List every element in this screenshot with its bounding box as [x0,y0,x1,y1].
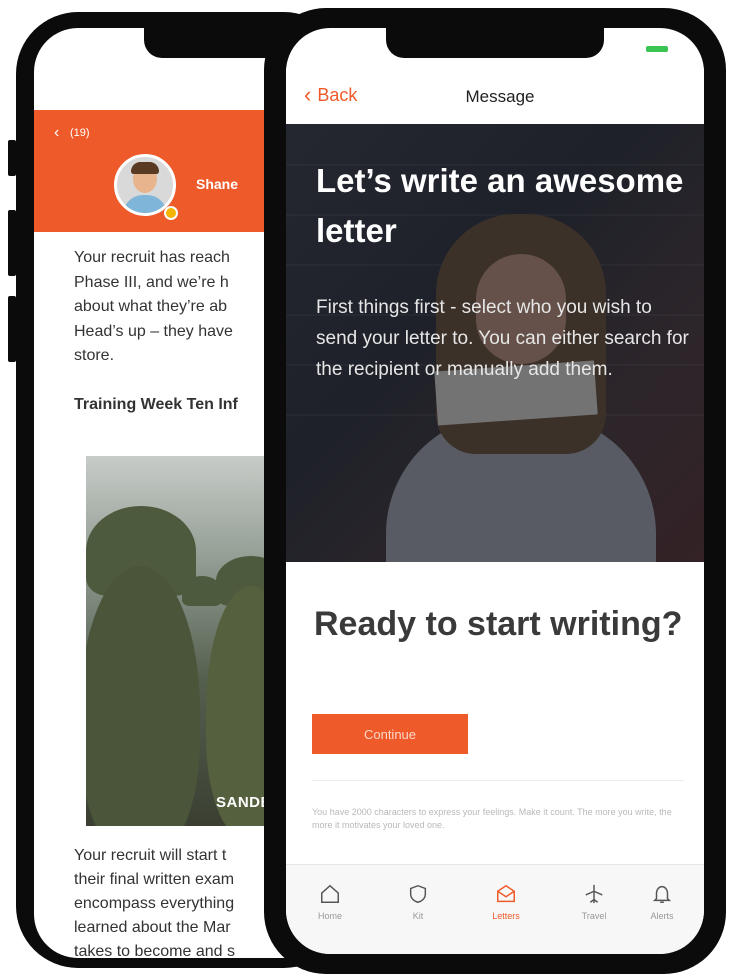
tab-letters-label: Letters [492,911,520,921]
tab-kit[interactable]: Kit [388,883,448,921]
body-line: takes to become and s [74,943,235,958]
home-icon [321,884,339,903]
body-line: their final written exam [74,871,235,888]
tab-letters[interactable]: Letters [476,883,536,921]
shield-icon [409,884,427,904]
tab-alerts[interactable]: Alerts [632,883,692,921]
tab-home-label: Home [317,911,342,921]
section-title: Training Week Ten Inf [74,396,238,413]
back-phone-volume-down [8,296,16,362]
hero-description: First things first - select who you wish… [316,297,689,380]
navigation-bar: ‹ Back Message [286,68,704,124]
body-paragraph: Your recruit will start t their final wri… [74,844,235,958]
tab-home[interactable]: Home [300,883,360,921]
front-phone: ‹ Back Message Let’s write an awesome le… [264,8,726,974]
tab-travel-label: Travel [581,911,607,921]
airplane-icon [585,884,603,904]
front-phone-notch [386,28,604,58]
page-title: Message [465,87,535,106]
divider [312,780,684,781]
body-line: learned about the Mar [74,919,231,936]
tab-bar: Home Kit Letters Travel Alerts [286,864,704,954]
continue-button[interactable]: Continue [312,714,468,754]
character-limit-note: You have 2000 characters to express your… [312,807,672,830]
prompt-heading: Ready to start writing? [314,605,683,643]
tab-alerts-label: Alerts [650,911,674,921]
envelope-icon [497,884,515,903]
battery-icon [646,46,668,52]
status-badge [164,206,178,220]
sender-name: Shane [196,176,239,192]
body-line: encompass everything [74,895,235,912]
tab-travel[interactable]: Travel [564,883,624,921]
hero-title: Let’s write an awesome letter [316,162,684,249]
front-phone-screen: ‹ Back Message Let’s write an awesome le… [286,28,704,954]
hero-banner: Let’s write an awesome letter First thin… [286,124,704,562]
chevron-left-icon[interactable]: ‹ [54,124,59,142]
unread-count[interactable]: (19) [70,127,90,139]
back-phone-volume-up [8,210,16,276]
tab-kit-label: Kit [412,911,424,921]
body-line: Your recruit will start t [74,847,227,864]
bell-icon [652,885,672,903]
back-phone-side-button [8,140,16,176]
